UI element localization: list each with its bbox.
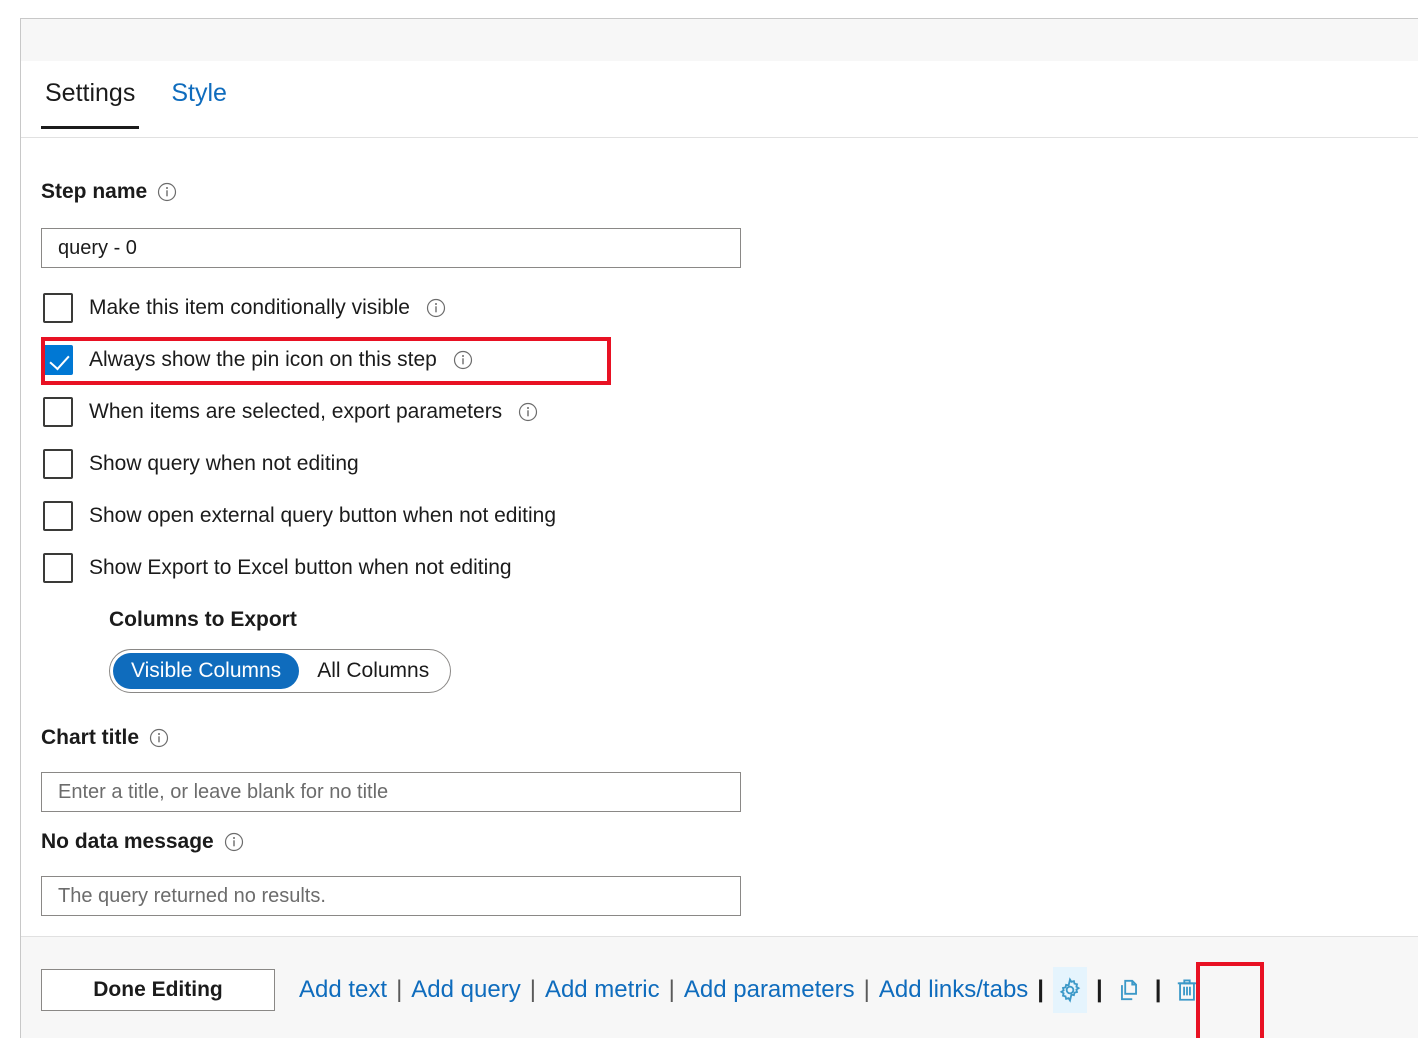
separator: | [660, 976, 684, 1004]
step-name-input[interactable] [41, 228, 741, 268]
separator: | [387, 976, 411, 1004]
columns-to-export-toggle[interactable]: Visible Columns All Columns [109, 649, 451, 693]
step-name-label: Step name [41, 180, 147, 204]
checkbox-row-export-parameters[interactable]: When items are selected, export paramete… [21, 392, 1418, 432]
pill-visible-columns-label: Visible Columns [131, 659, 281, 683]
done-editing-button[interactable]: Done Editing [41, 969, 275, 1011]
add-parameters-link[interactable]: Add parameters [684, 976, 855, 1004]
chart-title-input[interactable] [41, 772, 741, 812]
footer-toolbar: Done Editing Add text | Add query | Add … [21, 936, 1418, 1038]
chart-title-label: Chart title [41, 726, 139, 750]
pill-all-columns-label: All Columns [317, 659, 429, 683]
no-data-message-input[interactable] [41, 876, 741, 916]
info-icon[interactable] [518, 402, 538, 422]
checkbox-row-show-export-excel[interactable]: Show Export to Excel button when not edi… [21, 548, 1418, 588]
separator: | [1146, 976, 1171, 1004]
separator: | [1028, 976, 1053, 1004]
pill-all-columns[interactable]: All Columns [299, 653, 447, 689]
pill-visible-columns[interactable]: Visible Columns [113, 653, 299, 689]
app-root: Settings Style Step name [0, 0, 1418, 1038]
gear-icon[interactable] [1053, 967, 1087, 1013]
tab-settings-label: Settings [45, 79, 135, 107]
separator: | [521, 976, 545, 1004]
tab-settings[interactable]: Settings [41, 77, 139, 129]
footer-link-list: Add text | Add query | Add metric | Add … [299, 967, 1204, 1013]
trash-icon[interactable] [1170, 967, 1204, 1013]
add-query-link[interactable]: Add query [411, 976, 520, 1004]
checkbox-label: Show query when not editing [89, 452, 359, 476]
checkbox-row-show-open-external-query[interactable]: Show open external query button when not… [21, 496, 1418, 536]
no-data-message-label-group: No data message [41, 830, 244, 854]
checkbox-conditionally-visible[interactable] [43, 293, 73, 323]
info-icon[interactable] [149, 728, 169, 748]
checkbox-list: Make this item conditionally visible Alw… [21, 288, 1418, 588]
chart-title-label-group: Chart title [41, 726, 169, 750]
copy-icon[interactable] [1112, 967, 1146, 1013]
step-name-label-group: Step name [41, 180, 177, 204]
checkbox-label: Always show the pin icon on this step [89, 348, 437, 372]
info-icon[interactable] [157, 182, 177, 202]
checkbox-label: Show Export to Excel button when not edi… [89, 556, 512, 580]
add-links-tabs-link[interactable]: Add links/tabs [879, 976, 1028, 1004]
tab-style[interactable]: Style [167, 77, 231, 129]
checkbox-label: When items are selected, export paramete… [89, 400, 502, 424]
info-icon[interactable] [453, 350, 473, 370]
checkbox-always-show-pin[interactable] [43, 345, 73, 375]
checkbox-show-open-external-query[interactable] [43, 501, 73, 531]
columns-to-export-heading: Columns to Export [109, 608, 297, 632]
separator: | [855, 976, 879, 1004]
tab-bar: Settings Style [21, 61, 1418, 138]
tab-style-label: Style [171, 79, 227, 107]
checkbox-row-conditionally-visible[interactable]: Make this item conditionally visible [21, 288, 1418, 328]
add-metric-link[interactable]: Add metric [545, 976, 660, 1004]
checkbox-show-query[interactable] [43, 449, 73, 479]
no-data-message-label: No data message [41, 830, 214, 854]
editor-panel: Settings Style Step name [20, 18, 1418, 1038]
info-icon[interactable] [426, 298, 446, 318]
checkbox-export-parameters[interactable] [43, 397, 73, 427]
add-text-link[interactable]: Add text [299, 976, 387, 1004]
checkbox-row-always-show-pin[interactable]: Always show the pin icon on this step [21, 340, 1418, 380]
separator: | [1087, 976, 1112, 1004]
checkbox-row-show-query[interactable]: Show query when not editing [21, 444, 1418, 484]
checkbox-label: Make this item conditionally visible [89, 296, 410, 320]
top-strip [21, 19, 1418, 61]
info-icon[interactable] [224, 832, 244, 852]
checkbox-label: Show open external query button when not… [89, 504, 556, 528]
checkbox-show-export-excel[interactable] [43, 553, 73, 583]
settings-body: Step name Make this item conditionally v… [21, 138, 1418, 936]
